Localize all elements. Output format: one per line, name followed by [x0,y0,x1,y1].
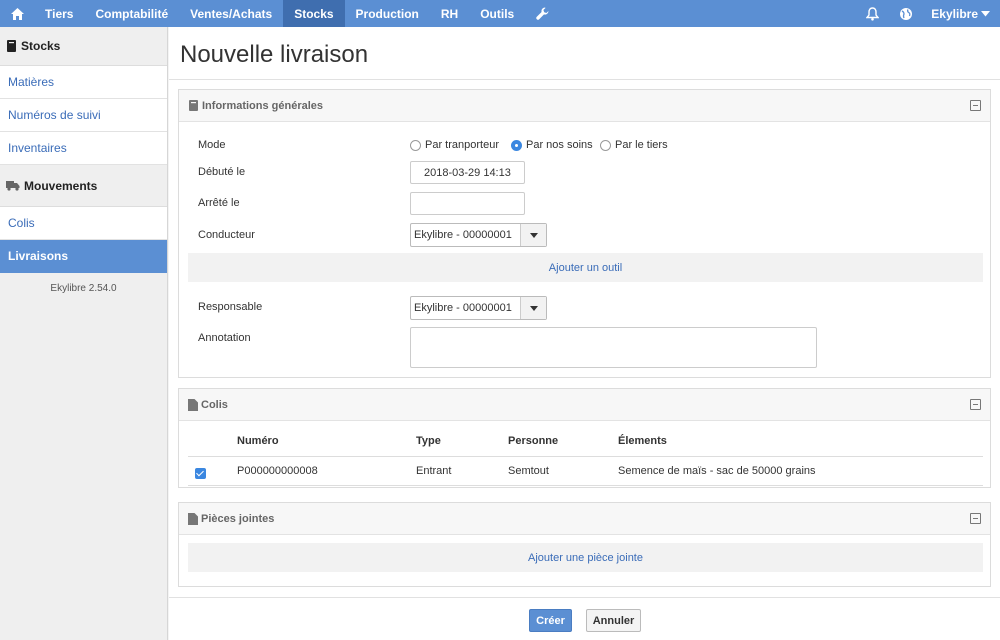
sidebar-item-inventaires[interactable]: Inventaires [0,132,167,165]
truck-icon [6,181,20,191]
general-info-panel: Informations générales Mode Par tranport… [178,89,991,378]
user-menu[interactable]: Ekylibre [923,0,1000,27]
bell-icon [865,6,879,21]
annotation-textarea[interactable] [410,327,817,368]
started-label: Débuté le [198,166,246,178]
column-header-type: Type [416,435,441,447]
sidebar-section-label: Stocks [21,39,61,53]
panel-header: Informations générales [179,90,990,122]
select-value: Ekylibre - 00000001 [414,302,512,314]
cancel-button[interactable]: Annuler [586,609,641,632]
file-icon [188,512,198,525]
annotation-label: Annotation [198,332,251,344]
collapse-button[interactable] [970,399,981,410]
radio-circle [410,139,421,151]
add-tool-link[interactable]: Ajouter un outil [188,253,983,282]
app-version: Ekylibre 2.54.0 [50,283,117,294]
nav-stocks[interactable]: Stocks [283,0,345,27]
collapse-button[interactable] [970,513,981,524]
cell-elements: Semence de maïs - sac de 50000 grains [618,465,816,477]
panel-title: Informations générales [202,99,324,112]
main-content: Nouvelle livraison Informations générale… [169,27,1000,640]
sidebar-section-mouvements: Mouvements [0,165,167,207]
tools-button[interactable] [525,0,559,27]
radio-label: Par tranporteur [425,139,499,151]
responsible-select[interactable]: Ekylibre - 00000001 [410,296,547,320]
column-header-elements: Élements [618,435,667,447]
cell-type: Entrant [416,465,452,477]
radio-circle [600,139,611,151]
driver-select[interactable]: Ekylibre - 00000001 [410,223,547,247]
add-attachment-link[interactable]: Ajouter une pièce jointe [188,543,983,572]
mode-radio-tiers[interactable]: Par le tiers [600,139,668,151]
column-header-number: Numéro [237,435,279,447]
table-header-divider [188,456,983,457]
notifications-button[interactable] [855,0,889,27]
parcels-panel: Colis Numéro Type Personne Élements P000… [178,388,991,488]
sidebar-item-colis[interactable]: Colis [0,207,167,240]
panel-title: Pièces jointes [201,512,275,525]
nav-production[interactable]: Production [345,0,430,27]
table-row-divider [188,485,983,486]
page-title: Nouvelle livraison [180,41,369,68]
radio-label: Par le tiers [615,139,668,151]
home-button[interactable] [0,0,34,27]
language-button[interactable] [889,0,923,27]
nav-ventes-achats[interactable]: Ventes/Achats [179,0,283,27]
sidebar-section-label: Mouvements [24,178,98,193]
home-icon [10,7,24,20]
book-icon [189,100,198,111]
file-icon [188,398,198,411]
globe-icon [900,7,913,20]
title-divider [169,79,1000,80]
started-at-input[interactable]: 2018-03-29 14:13 [410,161,525,184]
panel-title: Colis [201,398,228,411]
create-button[interactable]: Créer [529,609,572,632]
mode-radio-transporteur[interactable]: Par tranporteur [410,139,499,151]
sidebar-section-stocks: Stocks [0,27,167,66]
column-header-person: Personne [508,435,559,447]
cell-number: P000000000008 [237,465,318,477]
responsible-label: Responsable [198,301,263,313]
nav-rh[interactable]: RH [430,0,469,27]
stopped-label: Arrêté le [198,197,240,209]
sidebar: Stocks Matières Numéros de suivi Inventa… [0,27,168,640]
wrench-icon [536,7,549,20]
panel-header: Pièces jointes [179,503,990,535]
cell-person: Semtout [508,465,549,477]
select-value: Ekylibre - 00000001 [414,229,512,241]
nav-tiers[interactable]: Tiers [34,0,84,27]
sidebar-item-numeros-de-suivi[interactable]: Numéros de suivi [0,99,167,132]
nav-comptabilite[interactable]: Comptabilité [84,0,179,27]
mode-label: Mode [198,139,226,151]
caret-down-icon [520,224,546,246]
row-checkbox[interactable] [195,468,206,479]
user-name: Ekylibre [931,6,978,21]
caret-down-icon [981,10,990,16]
stopped-at-input[interactable] [410,192,525,215]
radio-label: Par nos soins [526,139,593,151]
footer-divider [169,597,1000,598]
panel-header: Colis [179,389,990,421]
caret-down-icon [520,297,546,319]
attachments-panel: Pièces jointes Ajouter une pièce jointe [178,502,991,587]
top-navbar: Tiers Comptabilité Ventes/Achats Stocks … [0,0,1000,27]
nav-outils[interactable]: Outils [469,0,525,27]
sidebar-item-livraisons[interactable]: Livraisons [0,240,167,273]
book-icon [7,40,16,52]
mode-radio-nos-soins[interactable]: Par nos soins [511,139,593,151]
sidebar-item-matieres[interactable]: Matières [0,66,167,99]
collapse-button[interactable] [970,100,981,111]
driver-label: Conducteur [198,229,255,241]
radio-circle-selected [511,139,522,151]
